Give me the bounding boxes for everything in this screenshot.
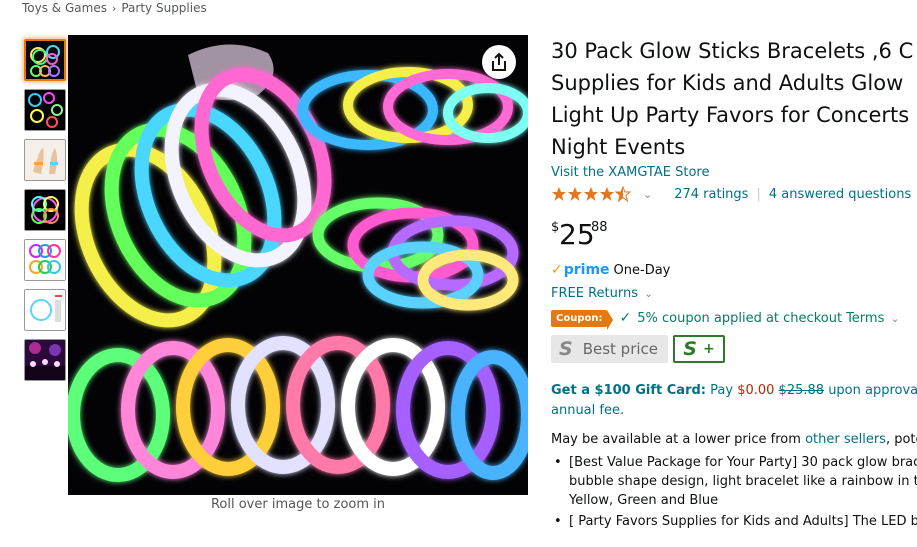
prime-check-icon: ✓: [551, 262, 563, 278]
title-line: Night Events: [551, 135, 686, 159]
gift-line2: annual fee.: [551, 403, 625, 418]
share-icon: [492, 52, 506, 71]
free-returns-row[interactable]: FREE Returns ⌄: [551, 282, 917, 304]
chevron-down-icon[interactable]: ⌄: [890, 312, 899, 325]
coupon-text: 5% coupon applied at checkout: [637, 310, 843, 326]
breadcrumb: Toys & Games › Party Supplies: [22, 1, 207, 15]
gift-new-price: $0.00: [737, 383, 775, 398]
prime-word: prime: [563, 262, 610, 278]
thumbnail-2[interactable]: [24, 89, 66, 131]
coupon-row: Coupon: ✓ 5% coupon applied at checkout …: [551, 307, 917, 330]
thumbnail-strip: [24, 39, 66, 389]
lower-price-tail: , poten: [885, 432, 917, 447]
bullet-line: Yellow, Green and Blue: [569, 493, 719, 508]
other-sellers-link[interactable]: other sellers: [805, 432, 886, 447]
free-returns-link[interactable]: FREE Returns: [551, 286, 638, 301]
feature-bullet: [ Party Favors Supplies for Kids and Adu…: [551, 512, 917, 531]
product-title: 30 Pack Glow Sticks Bracelets ,6 C Suppl…: [551, 35, 917, 163]
thumbnail-3[interactable]: [24, 139, 66, 181]
product-details: 30 Pack Glow Sticks Bracelets ,6 C Suppl…: [551, 35, 917, 533]
divider: |: [756, 186, 761, 202]
price-fraction: 88: [591, 220, 608, 235]
title-line: Light Up Party Favors for Concerts: [551, 103, 910, 127]
gift-old-price: $25.88: [778, 383, 825, 398]
thumbnail-1[interactable]: [24, 39, 66, 81]
bullet-line: [Best Value Package for Your Party] 30 p…: [569, 455, 917, 470]
ratings-link[interactable]: 274 ratings: [674, 187, 748, 202]
gift-pay: Pay: [710, 383, 734, 398]
gift-card-offer: Get a $100 Gift Card: Pay $0.00 $25.88 u…: [551, 381, 917, 421]
lower-price-text: May be available at a lower price from: [551, 432, 801, 447]
gift-tail: upon approval fo: [828, 383, 917, 398]
breadcrumb-item-party[interactable]: Party Supplies: [121, 1, 206, 15]
prime-badge-row: ✓ prime One-Day: [551, 259, 917, 281]
thumbnail-6[interactable]: [24, 289, 66, 331]
prime-logo[interactable]: ✓ prime: [551, 262, 610, 278]
feature-bullets: [Best Value Package for Your Party] 30 p…: [551, 453, 917, 531]
coupon-badge: Coupon:: [551, 309, 615, 330]
s-plus-badge[interactable]: S +: [673, 335, 725, 363]
lower-price-note: May be available at a lower price from o…: [551, 432, 917, 447]
star-rating[interactable]: [551, 186, 633, 202]
plus-icon: +: [702, 341, 715, 357]
main-product-image[interactable]: [68, 35, 528, 495]
chevron-down-icon[interactable]: ⌄: [644, 287, 653, 300]
check-icon: ✓: [619, 310, 632, 326]
breadcrumb-separator: ›: [111, 2, 117, 15]
s-plus-s-icon: S: [683, 338, 697, 360]
glow-bracelets-image: [68, 35, 528, 495]
share-button[interactable]: [482, 45, 516, 79]
breadcrumb-item-toys[interactable]: Toys & Games: [22, 1, 107, 15]
gift-card-label[interactable]: Get a $100 Gift Card:: [551, 383, 706, 398]
thumbnail-7[interactable]: [24, 339, 66, 381]
store-link[interactable]: Visit the XAMGTAE Store: [551, 164, 917, 182]
bullet-line: [ Party Favors Supplies for Kids and Adu…: [569, 514, 917, 529]
thumbnail-5[interactable]: [24, 239, 66, 281]
thumbnail-4[interactable]: [24, 189, 66, 231]
coupon-terms-link[interactable]: Terms: [846, 311, 884, 326]
best-price-s-icon: S: [559, 338, 573, 360]
prime-delivery-text: One-Day: [613, 262, 671, 278]
feature-bullet: [Best Value Package for Your Party] 30 p…: [551, 453, 917, 510]
zoom-hint: Roll over image to zoom in: [210, 497, 386, 512]
rating-row: ⌄ 274 ratings | 4 answered questions: [551, 184, 917, 204]
price: $ 25 88: [551, 218, 917, 258]
best-price-row: S Best price S +: [551, 335, 917, 363]
answered-questions-link[interactable]: 4 answered questions: [769, 187, 911, 202]
title-line: 30 Pack Glow Sticks Bracelets ,6 C: [551, 39, 914, 63]
best-price-label: Best price: [582, 340, 659, 358]
best-price-badge[interactable]: S Best price: [551, 335, 668, 363]
stars-icon: [552, 186, 632, 202]
price-whole: 25: [559, 218, 595, 251]
chevron-down-icon[interactable]: ⌄: [643, 188, 652, 201]
bullet-line: bubble shape design, light bracelet like…: [569, 474, 917, 489]
title-line: Supplies for Kids and Adults Glow: [551, 71, 904, 95]
